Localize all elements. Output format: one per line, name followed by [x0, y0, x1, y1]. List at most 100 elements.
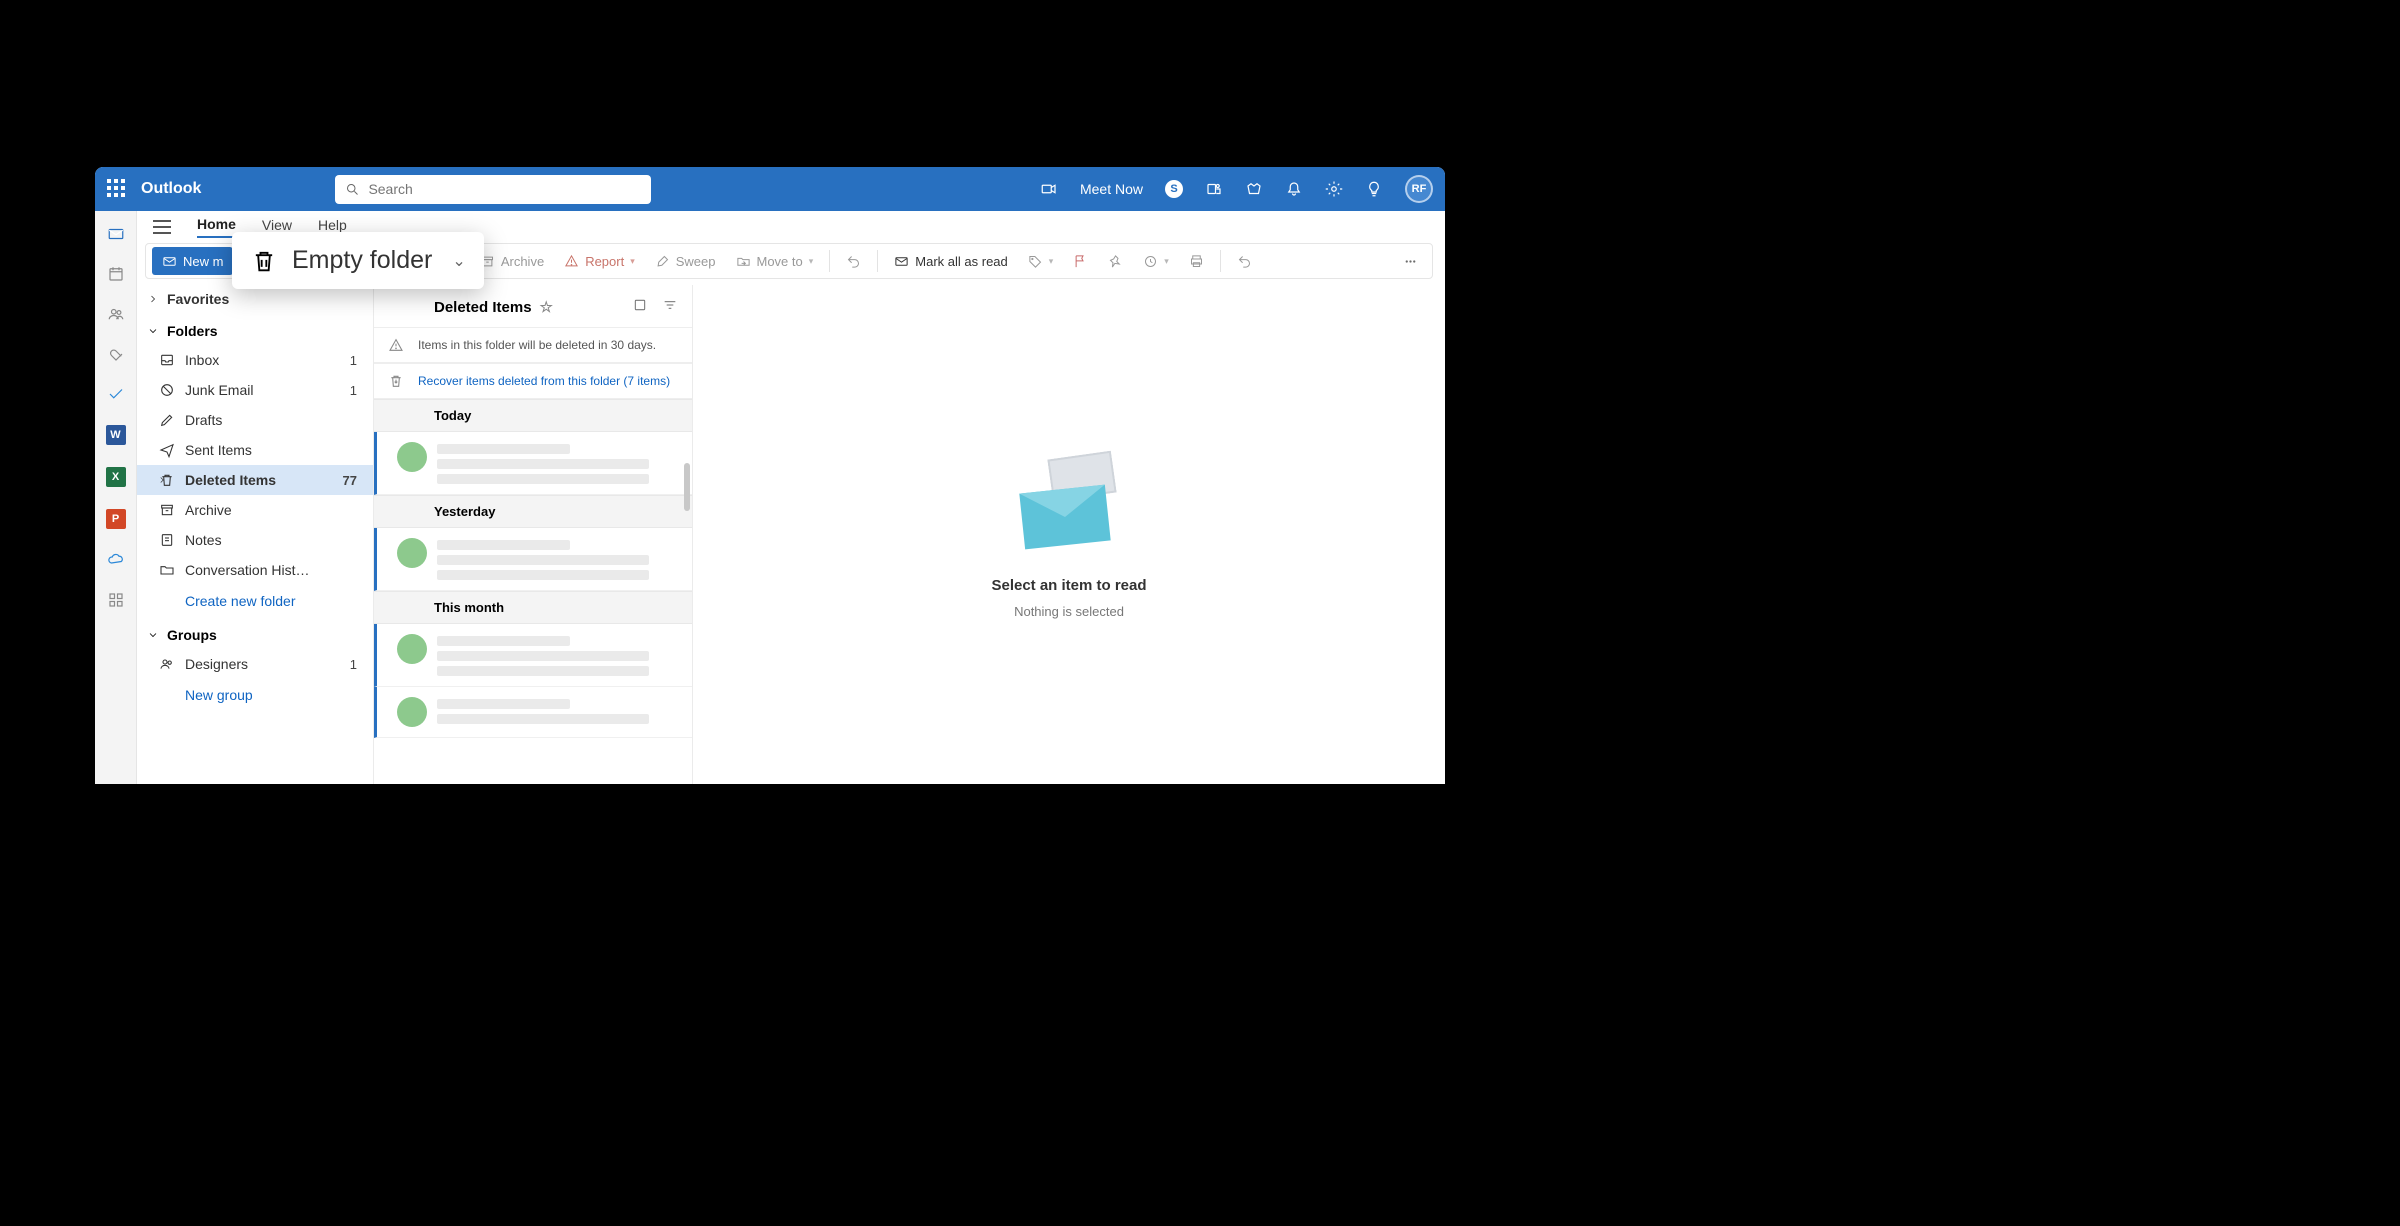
new-mail-label: New m [183, 254, 223, 269]
sidebar-item-designers[interactable]: Designers 1 [137, 649, 373, 679]
report-button[interactable]: Report▾ [556, 247, 643, 275]
excel-icon[interactable]: X [106, 467, 126, 487]
more-apps-icon[interactable] [107, 591, 125, 609]
create-folder-link[interactable]: Create new folder [137, 585, 373, 617]
warning-icon [388, 337, 404, 353]
search-input[interactable] [368, 181, 641, 197]
list-item[interactable] [374, 687, 692, 738]
folder-icon [159, 562, 175, 578]
camera-icon [1040, 180, 1058, 198]
recover-link[interactable]: Recover items deleted from this folder (… [418, 374, 670, 388]
retention-notice: Items in this folder will be deleted in … [374, 327, 692, 363]
search-box[interactable] [335, 175, 651, 204]
tag-button[interactable]: ▾ [1020, 247, 1062, 275]
drafts-icon [159, 412, 175, 428]
empty-illustration [1014, 451, 1124, 561]
list-item[interactable] [374, 624, 692, 687]
archive-button[interactable]: Archive [472, 247, 552, 275]
reading-title: Select an item to read [991, 577, 1146, 594]
calendar-icon[interactable] [107, 265, 125, 283]
list-header: Deleted Items ☆ [374, 285, 692, 327]
app-rail: W X P [95, 211, 137, 784]
sent-icon [159, 442, 175, 458]
junk-icon [159, 382, 175, 398]
empty-folder-popup[interactable]: Empty folder ⌄ [232, 232, 484, 289]
reading-subtitle: Nothing is selected [1014, 604, 1124, 619]
filter-icon[interactable] [662, 297, 678, 317]
chevron-down-icon[interactable]: ⌄ [452, 251, 465, 271]
recover-row[interactable]: Recover items deleted from this folder (… [374, 363, 692, 399]
group-yesterday: Yesterday [374, 495, 692, 528]
word-icon[interactable]: W [106, 425, 126, 445]
inbox-icon [159, 352, 175, 368]
avatar [397, 442, 427, 472]
avatar[interactable]: RF [1405, 175, 1433, 203]
app-title: Outlook [141, 180, 201, 198]
app-header: Outlook Meet Now S RF [95, 167, 1445, 211]
folders-sidebar: Favorites Folders Inbox 1 Junk Email 1 D… [137, 285, 373, 784]
avatar [397, 697, 427, 727]
sidebar-item-deleted[interactable]: Deleted Items 77 [137, 465, 373, 495]
avatar [397, 538, 427, 568]
sidebar-item-junk[interactable]: Junk Email 1 [137, 375, 373, 405]
message-list: Deleted Items ☆ Items in this folder wil… [373, 285, 693, 784]
reading-pane: Select an item to read Nothing is select… [693, 285, 1445, 784]
schedule-button[interactable]: ▾ [1135, 247, 1177, 275]
list-item[interactable] [374, 528, 692, 591]
notes-icon [159, 532, 175, 548]
chevron-right-icon [147, 293, 159, 305]
scrollbar[interactable] [684, 463, 690, 511]
sidebar-item-notes[interactable]: Notes [137, 525, 373, 555]
chevron-down-icon [147, 629, 159, 641]
folders-section[interactable]: Folders [137, 313, 373, 345]
sidebar-item-archive[interactable]: Archive [137, 495, 373, 525]
sidebar-item-drafts[interactable]: Drafts [137, 405, 373, 435]
todo-icon[interactable] [107, 385, 125, 403]
new-mail-button[interactable]: New m [152, 247, 233, 275]
avatar [397, 634, 427, 664]
undo2-button[interactable] [1229, 247, 1260, 275]
move-to-button[interactable]: Move to▾ [728, 247, 822, 275]
group-month: This month [374, 591, 692, 624]
onedrive-icon[interactable] [107, 551, 125, 569]
archive-icon [159, 502, 175, 518]
teams-icon[interactable] [1205, 180, 1223, 198]
nav-toggle-icon[interactable] [153, 220, 171, 234]
flag-button[interactable] [1065, 247, 1096, 275]
meet-now-button[interactable]: Meet Now [1080, 181, 1143, 197]
tab-home[interactable]: Home [197, 216, 236, 238]
lightbulb-icon[interactable] [1365, 180, 1383, 198]
skype-icon[interactable]: S [1165, 180, 1183, 198]
popup-label: Empty folder [292, 246, 432, 275]
chevron-down-icon [147, 325, 159, 337]
pin-button[interactable] [1100, 247, 1131, 275]
list-item[interactable] [374, 432, 692, 495]
list-title: Deleted Items [434, 299, 532, 316]
sidebar-item-sent[interactable]: Sent Items [137, 435, 373, 465]
undo-button[interactable] [838, 247, 869, 275]
files-icon[interactable] [107, 345, 125, 363]
sidebar-item-conversation-history[interactable]: Conversation Hist… [137, 555, 373, 585]
bell-icon[interactable] [1285, 180, 1303, 198]
people-icon[interactable] [107, 305, 125, 323]
star-icon[interactable]: ☆ [540, 298, 553, 316]
gear-icon[interactable] [1325, 180, 1343, 198]
mark-all-read-button[interactable]: Mark all as read [886, 247, 1015, 275]
more-button[interactable] [1395, 247, 1426, 275]
people-icon [159, 656, 175, 672]
select-all-icon[interactable] [632, 297, 648, 317]
sweep-button[interactable]: Sweep [647, 247, 724, 275]
powerpoint-icon[interactable]: P [106, 509, 126, 529]
trash-icon [250, 247, 278, 275]
print-button[interactable] [1181, 247, 1212, 275]
new-group-link[interactable]: New group [137, 679, 373, 711]
sidebar-item-inbox[interactable]: Inbox 1 [137, 345, 373, 375]
premium-icon[interactable] [1245, 180, 1263, 198]
groups-section[interactable]: Groups [137, 617, 373, 649]
search-icon [345, 182, 360, 197]
group-today: Today [374, 399, 692, 432]
chevron-right-icon [157, 475, 167, 485]
app-launcher-icon[interactable] [107, 179, 127, 199]
mail-icon[interactable] [107, 225, 125, 243]
favorites-section[interactable]: Favorites [137, 285, 373, 313]
